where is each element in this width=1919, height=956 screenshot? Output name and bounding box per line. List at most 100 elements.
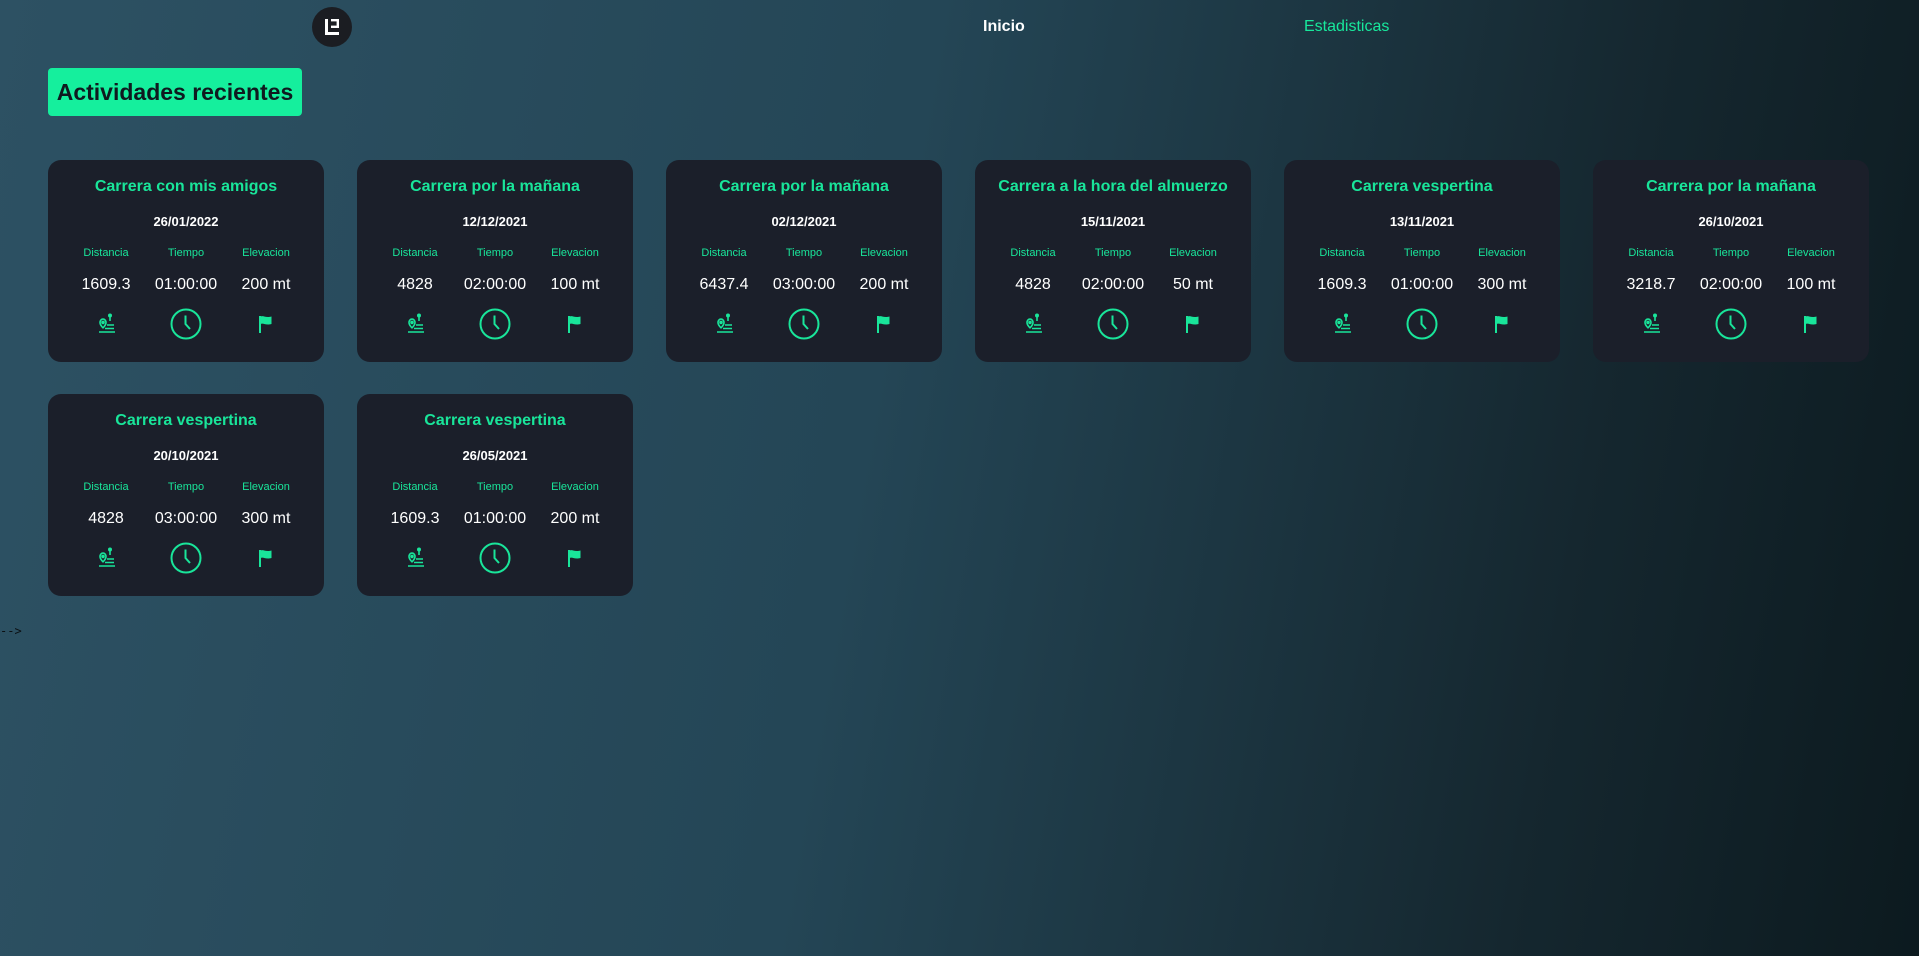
time-value: 02:00:00 xyxy=(1699,276,1763,293)
elevation-value: 50 mt xyxy=(1172,276,1213,293)
route-pin-icon xyxy=(1331,307,1353,341)
elevation-value: 300 mt xyxy=(1477,276,1527,293)
activity-card[interactable]: Carrera por la mañana 26/10/2021 Distanc… xyxy=(1593,160,1869,362)
activity-card[interactable]: Carrera vespertina 13/11/2021 Distancia … xyxy=(1284,160,1560,362)
flag-icon xyxy=(874,307,894,341)
activity-date: 15/11/2021 xyxy=(1080,214,1146,229)
time-label: Tiempo xyxy=(476,247,514,259)
distance-value: 1609.3 xyxy=(81,276,131,293)
clock-icon xyxy=(787,307,821,341)
activity-date: 26/10/2021 xyxy=(1698,214,1764,229)
time-column: Tiempo 01:00:00 xyxy=(455,464,535,575)
time-column: Tiempo 03:00:00 xyxy=(146,464,226,575)
activity-title: Carrera vespertina xyxy=(424,412,566,429)
clock-icon xyxy=(1096,307,1130,341)
clock-icon xyxy=(169,307,203,341)
activity-title: Carrera a la hora del almuerzo xyxy=(998,178,1228,195)
activity-title: Carrera con mis amigos xyxy=(94,178,278,195)
time-label: Tiempo xyxy=(785,247,823,259)
distance-value: 1609.3 xyxy=(390,510,440,527)
distance-value: 4828 xyxy=(1015,276,1051,293)
flag-icon xyxy=(1183,307,1203,341)
activity-card[interactable]: Carrera por la mañana 02/12/2021 Distanc… xyxy=(666,160,942,362)
distance-label: Distancia xyxy=(83,481,129,493)
time-value: 01:00:00 xyxy=(463,510,527,527)
elevation-label: Elevacion xyxy=(1478,247,1526,259)
time-label: Tiempo xyxy=(167,247,205,259)
activity-card[interactable]: Carrera a la hora del almuerzo 15/11/202… xyxy=(975,160,1251,362)
activity-card[interactable]: Carrera vespertina 20/10/2021 Distancia … xyxy=(48,394,324,596)
clock-icon xyxy=(1714,307,1748,341)
app-logo[interactable] xyxy=(312,7,352,47)
elevation-label: Elevacion xyxy=(551,247,599,259)
time-column: Tiempo 03:00:00 xyxy=(764,230,844,341)
clock-icon xyxy=(1405,307,1439,341)
stray-comment-text: --> xyxy=(0,624,22,638)
elevation-column: Elevacion 200 mt xyxy=(844,230,924,341)
activity-date: 26/05/2021 xyxy=(462,448,528,463)
logo-icon xyxy=(325,19,339,35)
activity-card[interactable]: Carrera por la mañana 12/12/2021 Distanc… xyxy=(357,160,633,362)
time-label: Tiempo xyxy=(1403,247,1441,259)
activity-card[interactable]: Carrera vespertina 26/05/2021 Distancia … xyxy=(357,394,633,596)
route-pin-icon xyxy=(95,307,117,341)
elevation-label: Elevacion xyxy=(551,481,599,493)
flag-icon xyxy=(256,307,276,341)
elevation-column: Elevacion 100 mt xyxy=(535,230,615,341)
route-pin-icon xyxy=(1640,307,1662,341)
activity-date: 13/11/2021 xyxy=(1389,214,1455,229)
elevation-label: Elevacion xyxy=(242,481,290,493)
flag-icon xyxy=(565,541,585,575)
distance-label: Distancia xyxy=(392,481,438,493)
clock-icon xyxy=(169,541,203,575)
distance-value: 1609.3 xyxy=(1317,276,1367,293)
elevation-value: 200 mt xyxy=(550,510,600,527)
distance-label: Distancia xyxy=(1010,247,1056,259)
top-navigation: Inicio Estadisticas xyxy=(0,0,1919,54)
elevation-value: 100 mt xyxy=(1786,276,1836,293)
activity-title: Carrera vespertina xyxy=(115,412,257,429)
nav-link-estadisticas[interactable]: Estadisticas xyxy=(1304,18,1389,36)
time-column: Tiempo 02:00:00 xyxy=(1073,230,1153,341)
activity-grid: Carrera con mis amigos 26/01/2022 Distan… xyxy=(48,160,1869,596)
distance-column: Distancia 1609.3 xyxy=(1302,230,1382,341)
distance-column: Distancia 6437.4 xyxy=(684,230,764,341)
distance-label: Distancia xyxy=(701,247,747,259)
activity-title: Carrera vespertina xyxy=(1351,178,1493,195)
elevation-column: Elevacion 100 mt xyxy=(1771,230,1851,341)
time-column: Tiempo 01:00:00 xyxy=(146,230,226,341)
elevation-label: Elevacion xyxy=(860,247,908,259)
flag-icon xyxy=(256,541,276,575)
flag-icon xyxy=(1801,307,1821,341)
activity-title: Carrera por la mañana xyxy=(719,178,889,195)
distance-column: Distancia 4828 xyxy=(66,464,146,575)
activity-card[interactable]: Carrera con mis amigos 26/01/2022 Distan… xyxy=(48,160,324,362)
route-pin-icon xyxy=(95,541,117,575)
elevation-value: 300 mt xyxy=(241,510,291,527)
distance-column: Distancia 4828 xyxy=(375,230,455,341)
elevation-column: Elevacion 50 mt xyxy=(1153,230,1233,341)
activity-date: 02/12/2021 xyxy=(771,214,837,229)
elevation-label: Elevacion xyxy=(1787,247,1835,259)
elevation-value: 200 mt xyxy=(859,276,909,293)
distance-value: 4828 xyxy=(88,510,124,527)
distance-column: Distancia 1609.3 xyxy=(375,464,455,575)
route-pin-icon xyxy=(1022,307,1044,341)
flag-icon xyxy=(565,307,585,341)
time-label: Tiempo xyxy=(1712,247,1750,259)
distance-label: Distancia xyxy=(392,247,438,259)
time-value: 03:00:00 xyxy=(772,276,836,293)
distance-column: Distancia 3218.7 xyxy=(1611,230,1691,341)
activity-date: 26/01/2022 xyxy=(153,214,219,229)
elevation-column: Elevacion 200 mt xyxy=(535,464,615,575)
time-label: Tiempo xyxy=(476,481,514,493)
time-column: Tiempo 02:00:00 xyxy=(455,230,535,341)
distance-value: 3218.7 xyxy=(1626,276,1676,293)
time-value: 01:00:00 xyxy=(1390,276,1454,293)
clock-icon xyxy=(478,541,512,575)
nav-link-inicio[interactable]: Inicio xyxy=(983,18,1025,36)
time-value: 03:00:00 xyxy=(154,510,218,527)
time-column: Tiempo 02:00:00 xyxy=(1691,230,1771,341)
time-value: 01:00:00 xyxy=(154,276,218,293)
distance-column: Distancia 1609.3 xyxy=(66,230,146,341)
